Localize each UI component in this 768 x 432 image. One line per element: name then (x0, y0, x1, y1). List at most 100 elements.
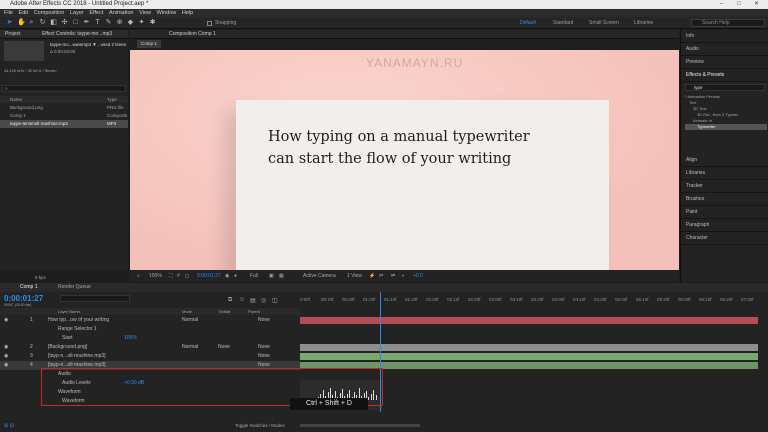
grid-icon[interactable]: # (177, 270, 180, 282)
snapping-checkbox[interactable] (207, 21, 212, 26)
project-item[interactable]: Comp 1 Compositi (0, 112, 128, 120)
project-item[interactable]: Background.png PNG file (0, 104, 128, 112)
mode-header[interactable]: Mode (182, 308, 192, 315)
visibility-icon[interactable]: ◉ (4, 352, 8, 361)
panel-tab-align[interactable]: Align (681, 154, 768, 167)
maximize-icon[interactable]: □ (737, 0, 741, 9)
workspace-small-screen[interactable]: Small Screen (589, 20, 619, 26)
layer-parent[interactable]: None (258, 316, 270, 325)
menu-edit[interactable]: Edit (19, 10, 28, 16)
menu-animation[interactable]: Animation (109, 10, 133, 16)
resolution-dropdown[interactable]: Full (250, 270, 258, 282)
timeline-search-input[interactable] (60, 295, 130, 302)
selection-tool-icon[interactable]: ➤ (6, 19, 13, 26)
timeline-layer-row[interactable]: ◉ 3 [tayp-n...oll-mashine.mp3] None (0, 352, 300, 361)
tab-comp-1[interactable]: Comp 1 (20, 283, 38, 292)
layer-number[interactable]: 1 (30, 316, 33, 325)
rectangle-tool-icon[interactable]: □ (72, 19, 79, 26)
workspace-default[interactable]: Default (520, 20, 536, 26)
panel-tab-paragraph[interactable]: Paragraph (681, 219, 768, 232)
snapshot-icon[interactable]: ◉ (225, 270, 229, 282)
visibility-icon[interactable]: ◉ (4, 361, 8, 370)
layer-bar-background[interactable] (300, 344, 758, 351)
timeline-layer-row[interactable]: Range Selector 1 (0, 325, 300, 334)
menu-view[interactable]: View (139, 10, 151, 16)
preview-panel-tab[interactable]: Preview (681, 56, 768, 69)
name-column-header[interactable]: Name (10, 96, 22, 103)
effects-presets-panel-tab[interactable]: Effects & Presets (681, 69, 768, 82)
magnification-icon[interactable]: ⌕ (137, 270, 140, 282)
channels-icon[interactable]: ● (234, 270, 237, 282)
visibility-icon[interactable]: ◉ (4, 343, 8, 352)
panel-tab-paint[interactable]: Paint (681, 206, 768, 219)
info-panel-tab[interactable]: Info (681, 30, 768, 43)
trkmat-header[interactable]: TrkMat (218, 308, 230, 315)
project-item[interactable]: taype-tensmoll-mashine.mp3 MP3 (0, 120, 128, 128)
hand-tool-icon[interactable]: ✋ (17, 19, 26, 26)
visibility-icon[interactable]: ◉ (4, 316, 8, 325)
menu-composition[interactable]: Composition (34, 10, 65, 16)
view-layout-dropdown[interactable]: 1 View (347, 270, 362, 282)
timeline-zoom-slider[interactable] (300, 424, 420, 427)
draft-3d-icon[interactable]: ⧉ (228, 297, 232, 304)
tab-composition[interactable]: Composition Comp 1 (169, 31, 216, 37)
layer-parent[interactable]: None (258, 352, 270, 361)
menu-file[interactable]: File (4, 10, 13, 16)
comp-subtab[interactable]: Comp 1 (137, 40, 161, 48)
timeline-toggle-icon[interactable]: ⇌ (379, 270, 383, 282)
time-ruler[interactable]: 0:00f 00:10f 00:20f 01:00f 01:10f 01:20f 02:00… (300, 297, 760, 305)
graph-editor-icon[interactable]: ◫ (272, 297, 278, 304)
timeline-timecode[interactable]: 0:00:01:27 (4, 294, 43, 303)
timeline-layer-row[interactable]: ◉ 2 [Background.png] Normal None None (0, 343, 300, 352)
layer-number[interactable]: 3 (30, 352, 33, 361)
pen-tool-icon[interactable]: ✒ (83, 19, 90, 26)
workspace-libraries[interactable]: Libraries (634, 20, 653, 26)
region-icon[interactable]: ▣ (269, 270, 274, 282)
menu-window[interactable]: Window (157, 10, 177, 16)
tab-render-queue[interactable]: Render Queue (58, 283, 91, 292)
timeline-layer-row[interactable]: ◉ 1 How typ...ow of your writing Normal None (0, 316, 300, 325)
zoom-tool-icon[interactable]: ⌕ (28, 19, 35, 26)
audio-panel-tab[interactable]: Audio (681, 43, 768, 56)
effects-search-input[interactable]: type (685, 84, 765, 91)
clone-tool-icon[interactable]: ⊕ (116, 19, 123, 26)
camera-tool-icon[interactable]: ◧ (50, 19, 57, 26)
panel-tab-tracker[interactable]: Tracker (681, 180, 768, 193)
layer-bar-audio-1[interactable] (300, 353, 758, 360)
render-icons[interactable]: ⊞ ⊟ (4, 423, 14, 429)
layer-parent[interactable]: None (258, 343, 270, 352)
layer-bar-text[interactable] (300, 317, 758, 324)
tab-project[interactable]: Project (5, 31, 21, 37)
toggle-switches-modes[interactable]: Toggle Switches / Modes (235, 423, 285, 428)
composition-canvas[interactable]: YANAMAYN.RU How typing on a manual typew… (130, 50, 679, 270)
fast-preview-icon[interactable]: ⚡ (369, 270, 375, 282)
exposure-value[interactable]: +0.0 (413, 270, 423, 282)
timeline-layer-row[interactable]: Start 100% (0, 334, 300, 343)
layer-trkmat[interactable]: None (218, 343, 230, 352)
layer-number[interactable]: 2 (30, 343, 33, 352)
roto-tool-icon[interactable]: ✦ (138, 19, 145, 26)
parent-header[interactable]: Parent (248, 308, 260, 315)
close-icon[interactable]: ✕ (754, 0, 759, 9)
pan-behind-tool-icon[interactable]: ✣ (61, 19, 68, 26)
fit-icon[interactable]: ⛶ (169, 270, 173, 282)
zoom-dropdown[interactable]: 100% (149, 270, 162, 282)
flowchart-icon[interactable]: ⇄ (391, 270, 395, 282)
eraser-tool-icon[interactable]: ◆ (127, 19, 134, 26)
brush-tool-icon[interactable]: ✎ (105, 19, 112, 26)
help-search-input[interactable]: Search Help (691, 19, 765, 27)
menu-effect[interactable]: Effect (89, 10, 103, 16)
panel-tab-character[interactable]: Character (681, 232, 768, 245)
text-tool-icon[interactable]: T (94, 19, 101, 26)
camera-dropdown[interactable]: Active Camera (303, 270, 336, 282)
frame-blend-icon[interactable]: ▤ (250, 297, 256, 304)
property-value[interactable]: 100% (124, 334, 137, 343)
layer-name-header[interactable]: Layer Name (58, 308, 80, 315)
shy-icon[interactable]: ☺ (239, 297, 245, 303)
puppet-tool-icon[interactable]: ✱ (149, 19, 156, 26)
project-search-input[interactable]: ⌕ (2, 85, 126, 92)
current-time-display[interactable]: 0:00:01:27 (197, 270, 221, 282)
exposure-icon[interactable]: ◑ (401, 270, 404, 282)
tab-effect-controls[interactable]: Effect Controls: taype-mo...mp3 (42, 31, 112, 37)
rotate-tool-icon[interactable]: ↻ (39, 19, 46, 26)
